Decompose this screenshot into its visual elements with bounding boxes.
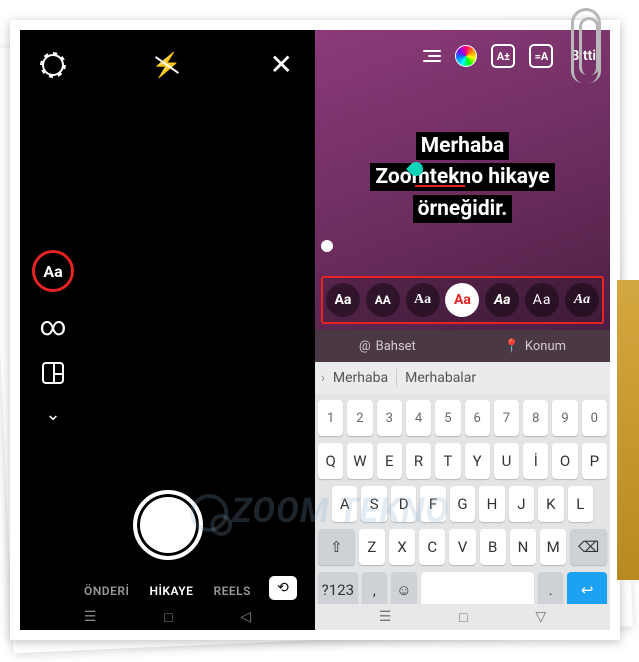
key-U[interactable]: U xyxy=(494,443,519,479)
settings-gear-icon[interactable] xyxy=(42,54,64,76)
nav-menu-icon[interactable]: ☰ xyxy=(379,609,392,625)
key-W[interactable]: W xyxy=(347,443,372,479)
key-O[interactable]: O xyxy=(552,443,577,479)
spellcheck-underline xyxy=(415,185,465,187)
key-7[interactable]: 7 xyxy=(494,400,519,436)
key-3[interactable]: 3 xyxy=(377,400,402,436)
nav-back-icon[interactable]: ▽ xyxy=(535,609,546,625)
text-size-icon[interactable]: A± xyxy=(491,44,515,68)
key-5[interactable]: 5 xyxy=(435,400,460,436)
close-icon[interactable]: ✕ xyxy=(270,48,293,81)
font-option-6[interactable]: Aa xyxy=(525,283,559,317)
key-2[interactable]: 2 xyxy=(347,400,372,436)
prediction-1[interactable]: Merhaba xyxy=(333,370,388,386)
prediction-collapse-icon[interactable]: › xyxy=(321,371,325,386)
android-nav-bar-right: ☰ □ ▽ xyxy=(315,604,610,630)
mode-reels[interactable]: REELS xyxy=(213,584,250,598)
enter-key[interactable]: ↩ xyxy=(567,572,607,608)
text-mode-button[interactable]: Aa xyxy=(32,250,74,292)
shutter-button[interactable] xyxy=(133,490,203,560)
mode-prev[interactable]: ÖNDERİ xyxy=(84,584,129,598)
mode-story[interactable]: HİKAYE xyxy=(149,584,193,598)
nav-home-icon[interactable]: □ xyxy=(459,609,467,626)
key-D[interactable]: D xyxy=(391,486,416,522)
nav-home-icon[interactable]: □ xyxy=(164,609,172,626)
font-option-5[interactable]: Aa xyxy=(485,283,519,317)
key-T[interactable]: T xyxy=(435,443,460,479)
flash-off-icon[interactable]: ⚡ xyxy=(152,51,182,79)
key-P[interactable]: P xyxy=(582,443,607,479)
text-animate-icon[interactable]: =A xyxy=(529,44,553,68)
key-K[interactable]: K xyxy=(538,486,563,522)
font-option-4-selected[interactable]: Aa xyxy=(445,283,479,317)
shift-key[interactable]: ⇧ xyxy=(318,529,355,565)
key-C[interactable]: C xyxy=(419,529,445,565)
key-1[interactable]: 1 xyxy=(318,400,343,436)
key-E[interactable]: E xyxy=(377,443,402,479)
prediction-2[interactable]: Merhabalar xyxy=(405,370,476,386)
period-key[interactable]: . xyxy=(538,572,563,608)
key-8[interactable]: 8 xyxy=(523,400,548,436)
key-İ[interactable]: İ xyxy=(523,443,548,479)
key-N[interactable]: N xyxy=(510,529,536,565)
font-option-3[interactable]: Aa xyxy=(406,283,440,317)
key-6[interactable]: 6 xyxy=(465,400,490,436)
switch-camera-icon[interactable]: ⟲ xyxy=(269,576,297,600)
key-A[interactable]: A xyxy=(332,486,357,522)
key-Y[interactable]: Y xyxy=(465,443,490,479)
key-R[interactable]: R xyxy=(406,443,431,479)
story-line-1: Merhaba xyxy=(416,132,509,160)
symbols-key[interactable]: ?123 xyxy=(318,572,358,608)
paperclip-decoration xyxy=(571,8,601,83)
layout-icon[interactable] xyxy=(42,362,64,384)
font-option-7[interactable]: Aa xyxy=(565,283,599,317)
key-B[interactable]: B xyxy=(480,529,506,565)
key-Z[interactable]: Z xyxy=(359,529,385,565)
key-M[interactable]: M xyxy=(540,529,566,565)
story-text-editor-screen: A± =A Bitti Merhaba Zoomtekno hikaye örn… xyxy=(315,30,610,630)
font-selector-strip: Aa AA Aa Aa Aa Aa Aa xyxy=(321,276,604,324)
comma-key[interactable]: , xyxy=(362,572,387,608)
key-4[interactable]: 4 xyxy=(406,400,431,436)
keyboard-predictions: › Merhaba Merhabalar xyxy=(315,362,610,394)
mention-sticker[interactable]: @Bahset xyxy=(359,339,416,354)
key-Q[interactable]: Q xyxy=(318,443,343,479)
key-S[interactable]: S xyxy=(361,486,386,522)
story-text-content[interactable]: Merhaba Zoomtekno hikaye örneğidir. xyxy=(315,130,610,224)
font-option-2[interactable]: AA xyxy=(366,283,400,317)
story-line-2: Zoomtekno hikaye xyxy=(370,163,554,191)
key-G[interactable]: G xyxy=(450,486,475,522)
camera-screen: ⚡ ✕ Aa ∞ ⌄ ÖNDERİ HİKAYE REELS ⟲ ☰ □ ◁ xyxy=(20,30,315,630)
location-sticker[interactable]: 📍Konum xyxy=(504,339,566,354)
sticker-suggestions: @Bahset 📍Konum xyxy=(315,330,610,362)
font-option-1[interactable]: Aa xyxy=(326,283,360,317)
space-key[interactable] xyxy=(421,572,534,608)
keyboard: 1234567890 QWERTYUİOP ASDFGHJKL ⇧ ZXCVBN… xyxy=(315,394,610,618)
size-slider-handle[interactable] xyxy=(321,240,333,252)
key-J[interactable]: J xyxy=(509,486,534,522)
key-9[interactable]: 9 xyxy=(552,400,577,436)
nav-menu-icon[interactable]: ☰ xyxy=(84,609,97,625)
key-H[interactable]: H xyxy=(479,486,504,522)
key-0[interactable]: 0 xyxy=(582,400,607,436)
color-picker-icon[interactable] xyxy=(455,45,477,67)
backspace-key[interactable]: ⌫ xyxy=(570,529,607,565)
android-nav-bar: ☰ □ ◁ xyxy=(20,604,315,630)
key-X[interactable]: X xyxy=(389,529,415,565)
key-V[interactable]: V xyxy=(449,529,475,565)
story-line-3: örneğidir. xyxy=(413,195,513,223)
boomerang-icon[interactable]: ∞ xyxy=(40,312,67,342)
key-L[interactable]: L xyxy=(568,486,593,522)
key-F[interactable]: F xyxy=(420,486,445,522)
emoji-key[interactable]: ☺ xyxy=(391,572,416,608)
chevron-down-icon[interactable]: ⌄ xyxy=(45,404,60,425)
nav-back-icon[interactable]: ◁ xyxy=(240,609,251,625)
align-icon[interactable] xyxy=(423,50,441,62)
